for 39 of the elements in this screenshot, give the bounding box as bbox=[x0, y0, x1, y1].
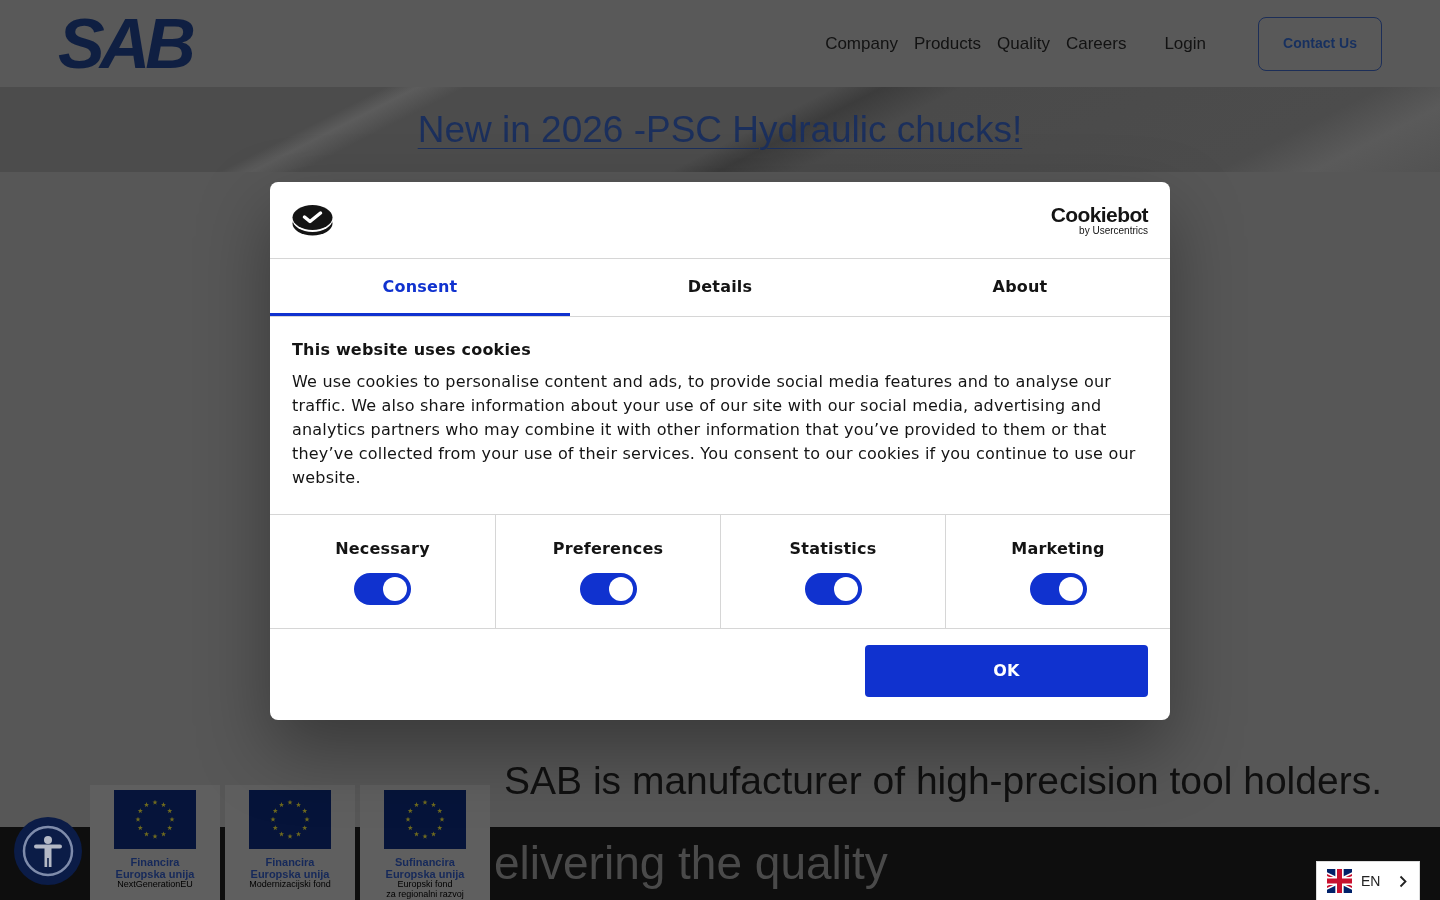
dialog-text: We use cookies to personalise content and ads, to provide social media features and to analyse our traffic. We also share information about your use of our site with our social media, advertising and analytics partners who may combine it with other information that you’ve provided to them or that they’ve collected from your use of their services. You consent to our cookies if you continue to use our website. bbox=[292, 371, 1137, 489]
flag-icon bbox=[114, 790, 196, 849]
check-badge-icon bbox=[292, 204, 333, 236]
brand-tagline: by Usercentrics bbox=[1078, 225, 1148, 236]
funding-title: Financira Europska unija bbox=[250, 856, 330, 880]
uk-flag-icon bbox=[1327, 869, 1352, 893]
accessibility-icon bbox=[22, 825, 74, 877]
ok-button[interactable]: OK bbox=[865, 645, 1148, 697]
section-heading: elivering the quality bbox=[494, 838, 888, 889]
toggle-switch[interactable] bbox=[804, 573, 862, 605]
tab[interactable]: About bbox=[870, 259, 1170, 316]
nav-link[interactable]: Quality bbox=[997, 30, 1050, 57]
category-label: Marketing bbox=[1011, 538, 1105, 560]
toggle-switch[interactable] bbox=[354, 573, 411, 605]
nav-link[interactable]: Careers bbox=[1065, 30, 1127, 57]
nav-link[interactable]: Company bbox=[825, 30, 898, 57]
contact-button[interactable]: Contact Us bbox=[1258, 16, 1382, 71]
language-selector[interactable]: EN bbox=[1316, 861, 1420, 900]
fund-name: Modernizacijski fond bbox=[249, 880, 331, 890]
nav-link[interactable]: Products bbox=[913, 30, 981, 57]
fund-name: Europski fond za regionalni razvoj bbox=[386, 880, 464, 899]
login-link[interactable]: Login bbox=[1164, 30, 1206, 57]
funding-title: Financira Europska unija bbox=[115, 856, 195, 880]
toggle-switch[interactable] bbox=[579, 573, 637, 605]
funding-title: Sufinancira Europska unija bbox=[385, 856, 465, 880]
brand-name: Cookiebot bbox=[1050, 204, 1148, 225]
flag-icon bbox=[384, 790, 466, 849]
category-label: Preferences bbox=[552, 538, 664, 560]
category-label: Statistics bbox=[789, 538, 877, 560]
headline: SAB is manufacturer of high-precision tool holders. bbox=[504, 760, 1382, 803]
category-label: Necessary bbox=[335, 538, 430, 560]
chevron-right-icon bbox=[1399, 874, 1407, 888]
tab[interactable]: Details bbox=[570, 259, 870, 316]
dialog-heading: This website uses cookies bbox=[292, 339, 532, 361]
flag-icon bbox=[249, 790, 331, 849]
logo: SAB bbox=[58, 8, 193, 79]
fund-name: NextGenerationEU bbox=[117, 880, 193, 890]
tab[interactable]: Consent bbox=[270, 259, 570, 316]
toggle-switch[interactable] bbox=[1029, 573, 1087, 605]
